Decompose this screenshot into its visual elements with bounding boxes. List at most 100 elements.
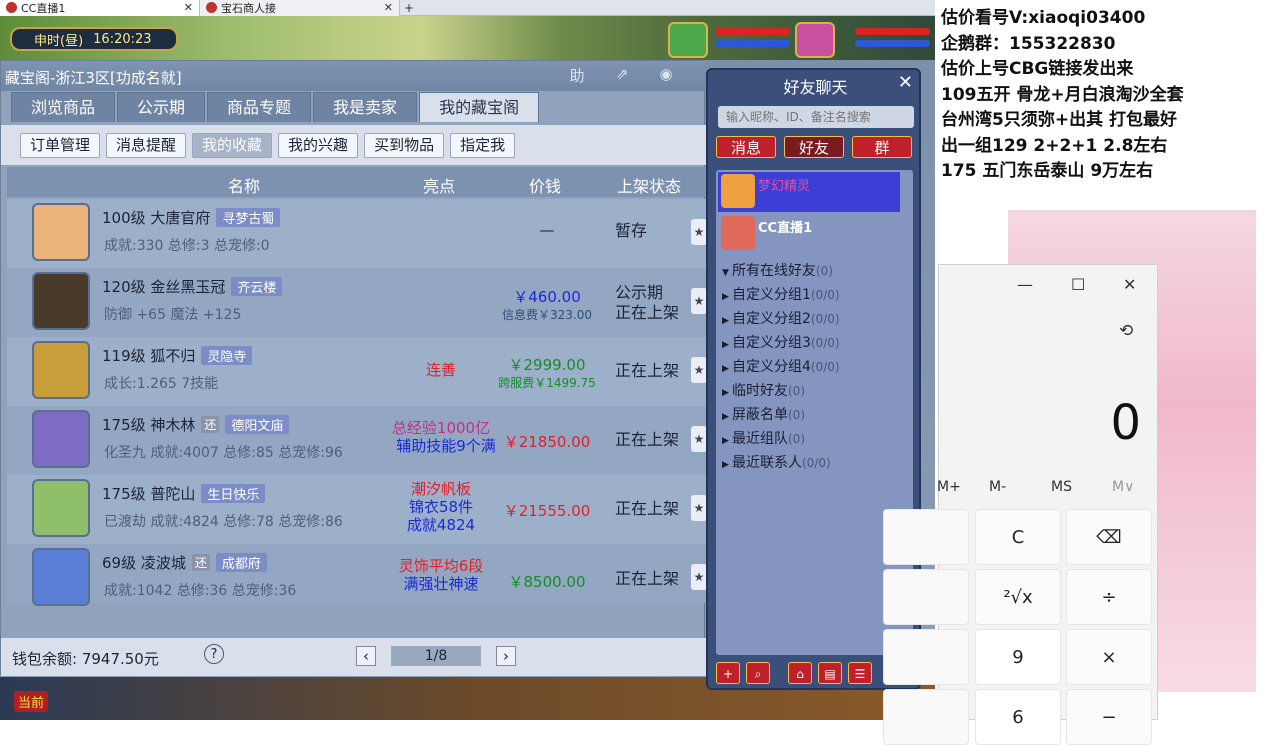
group-count: (0/0)	[802, 456, 831, 470]
item-level-name: 119级 狐不归	[102, 347, 196, 365]
current-channel-button[interactable]: 当前	[14, 691, 49, 712]
close-icon[interactable]: ✕	[384, 1, 393, 14]
item-portrait	[32, 272, 90, 330]
friend-group[interactable]: ▶ 自定义分组4(0/0)	[722, 356, 840, 376]
multiply-button[interactable]: ×	[1066, 629, 1152, 685]
group-label: 最近组队	[732, 431, 788, 447]
new-tab-button[interactable]: +	[400, 1, 418, 15]
table-row[interactable]: 119级 狐不归 灵隐寺 成长:1.265 7技能 连善 ￥2999.00 跨服…	[7, 337, 707, 406]
memory-list-button[interactable]: M∨	[1112, 479, 1134, 495]
item-level-name: 120级 金丝黑玉冠	[102, 278, 226, 296]
subtab-interests[interactable]: 我的兴趣	[278, 133, 359, 158]
table-row[interactable]: 175级 神木林 还 德阳文庙 化圣九 成就:4007 总修:85 总宠修:96…	[7, 406, 707, 475]
backspace-button[interactable]: ⌫	[1066, 509, 1152, 565]
help-icon[interactable]: ?	[204, 644, 224, 664]
digit-6-button[interactable]: 6	[975, 689, 1061, 745]
group-count: (0)	[816, 264, 833, 278]
close-icon[interactable]: ✕	[898, 72, 913, 93]
friend-search-input[interactable]	[718, 106, 914, 128]
table-row[interactable]: 120级 金丝黑玉冠 齐云楼 防御 +65 魔法 +125 ￥460.00 信息…	[7, 268, 707, 337]
help-button[interactable]: 助	[565, 65, 589, 87]
friend-item[interactable]: 梦幻精灵	[718, 172, 900, 212]
chat-tab-messages[interactable]: 消息	[716, 136, 776, 158]
friend-group[interactable]: ▶ 自定义分组2(0/0)	[722, 308, 840, 328]
group-label: 自定义分组3	[732, 335, 811, 351]
friend-group[interactable]: ▼ 所有在线好友(0)	[722, 260, 833, 280]
group-label: 自定义分组1	[732, 287, 811, 303]
table-row[interactable]: 175级 普陀山 生日快乐 已渡劫 成就:4824 总修:78 总宠修:86 潮…	[7, 475, 707, 544]
divide-button[interactable]: ÷	[1066, 569, 1152, 625]
chat-tab-groups[interactable]: 群	[852, 136, 912, 158]
item-title: 119级 狐不归 灵隐寺	[102, 345, 253, 366]
item-highlight: 潮汐帆板	[410, 480, 471, 498]
group-count: (0/0)	[810, 312, 840, 326]
subtract-button[interactable]: −	[1066, 689, 1152, 745]
list-icon[interactable]: ☰	[848, 662, 872, 684]
favorite-star-icon[interactable]: ★	[691, 495, 707, 521]
character-portrait	[32, 410, 90, 468]
pet-portrait	[32, 341, 90, 399]
clear-button[interactable]: C	[975, 509, 1061, 565]
friend-group[interactable]: ▶ 自定义分组1(0/0)	[722, 284, 840, 304]
search-icon[interactable]: ⌕	[746, 662, 770, 684]
subtab-orders[interactable]: 订单管理	[20, 133, 101, 158]
friend-group[interactable]: ▶ 屏蔽名单(0)	[722, 404, 805, 424]
close-icon[interactable]: ✕	[184, 1, 193, 14]
maximize-icon[interactable]: ☐	[1071, 275, 1085, 294]
calc-key[interactable]	[883, 629, 969, 685]
browser-tab-gem[interactable]: 宝石商人接 ✕	[200, 0, 400, 16]
item-status: 正在上架	[615, 361, 680, 380]
item-title: 100级 大唐官府 寻梦古蜀	[102, 207, 281, 228]
chat-tab-friends[interactable]: 好友	[784, 136, 844, 158]
memory-store-button[interactable]: MS	[1051, 479, 1072, 495]
item-stats: 防御 +65 魔法 +125	[104, 307, 242, 323]
browser-tab-cc[interactable]: CC直播1 ✕	[0, 0, 200, 16]
digit-9-button[interactable]: 9	[975, 629, 1061, 685]
calc-key[interactable]	[883, 689, 969, 745]
home-icon[interactable]: ⌂	[788, 662, 812, 684]
favorite-star-icon[interactable]: ★	[691, 357, 707, 383]
table-row[interactable]: 69级 凌波城 还 成都府 成就:1042 总修:36 总宠修:36 灵饰平均6…	[7, 544, 707, 606]
player-hp-bar	[855, 28, 930, 35]
history-icon[interactable]: ⟲	[1119, 321, 1133, 341]
memory-subtract-button[interactable]: M-	[989, 479, 1006, 495]
player-mp-bar	[855, 40, 930, 47]
subtab-purchased[interactable]: 买到物品	[364, 133, 445, 158]
tab-seller[interactable]: 我是卖家	[313, 92, 418, 122]
minimize-icon[interactable]: —	[1017, 275, 1033, 294]
favorite-star-icon[interactable]: ★	[691, 219, 707, 245]
pet-avatar[interactable]	[668, 22, 708, 58]
friend-group[interactable]: ▶ 最近联系人(0/0)	[722, 452, 831, 472]
subtab-messages[interactable]: 消息提醒	[106, 133, 187, 158]
chevron-right-icon: ▶	[722, 388, 729, 398]
calc-key[interactable]	[883, 509, 969, 565]
calculator-window: — ☐ ✕ ⟲ 0 M+ M- MS M∨ C ⌫ ²√x ÷ 9 × 6 −	[883, 264, 1158, 745]
friend-group[interactable]: ▶ 最近组队(0)	[722, 428, 805, 448]
tab-browse[interactable]: 浏览商品	[11, 92, 116, 122]
close-icon[interactable]: ✕	[1123, 275, 1136, 294]
sqrt-button[interactable]: ²√x	[975, 569, 1061, 625]
record-icon[interactable]: ◉	[654, 65, 678, 87]
memory-add-button[interactable]: M+	[937, 479, 961, 495]
share-icon[interactable]: ⇗	[610, 65, 634, 87]
tab-topics[interactable]: 商品专题	[207, 92, 312, 122]
subtab-designated[interactable]: 指定我	[450, 133, 516, 158]
group-count: (0)	[788, 384, 805, 398]
table-row[interactable]: 100级 大唐官府 寻梦古蜀 成就:330 总修:3 总宠修:0 — 暂存 ★	[7, 199, 707, 268]
favorite-star-icon[interactable]: ★	[691, 564, 707, 590]
tab-public-period[interactable]: 公示期	[117, 92, 206, 122]
friend-group[interactable]: ▶ 临时好友(0)	[722, 380, 805, 400]
calc-key[interactable]	[883, 569, 969, 625]
friend-item[interactable]: CC直播1	[718, 214, 900, 254]
subtab-favorites[interactable]: 我的收藏	[192, 133, 273, 158]
add-friend-icon[interactable]: +	[716, 662, 740, 684]
next-page-button[interactable]: ›	[496, 646, 516, 666]
player-avatar[interactable]	[795, 22, 835, 58]
favorite-star-icon[interactable]: ★	[691, 288, 707, 314]
calendar-icon[interactable]: ▤	[818, 662, 842, 684]
chevron-right-icon: ▶	[722, 460, 729, 470]
prev-page-button[interactable]: ‹	[356, 646, 376, 666]
favorite-star-icon[interactable]: ★	[691, 426, 707, 452]
tab-my-store[interactable]: 我的藏宝阁	[419, 92, 540, 122]
friend-group[interactable]: ▶ 自定义分组3(0/0)	[722, 332, 840, 352]
